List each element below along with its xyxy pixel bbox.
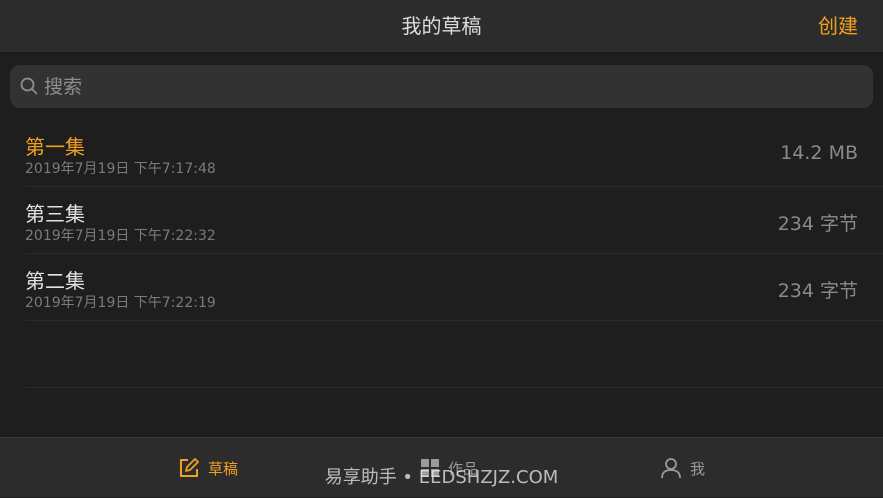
page-title: 我的草稿 (401, 14, 482, 38)
grid-icon (421, 459, 439, 477)
draft-date: 2019年7月19日 下午7:22:32 (25, 228, 216, 244)
draft-row-3[interactable]: 第二集 2019年7月19日 下午7:22:19 234 字节 (25, 254, 883, 321)
draft-size: 14.2 MB (780, 142, 858, 164)
tab-drafts[interactable]: 草稿 (178, 438, 238, 498)
draft-size: 234 字节 (777, 213, 858, 235)
tab-label: 草稿 (208, 459, 239, 478)
search-icon (20, 77, 38, 95)
draft-list: 第一集 2019年7月19日 下午7:17:48 14.2 MB 第三集 201… (0, 120, 883, 388)
tab-label: 我 (690, 459, 706, 478)
draft-date: 2019年7月19日 下午7:17:48 (25, 161, 216, 177)
draft-title: 第一集 (25, 135, 85, 159)
tab-label: 作品 (448, 459, 479, 478)
empty-row (25, 321, 883, 388)
draft-title: 第三集 (25, 202, 85, 226)
search-input[interactable] (44, 65, 859, 108)
draft-row-1[interactable]: 第一集 2019年7月19日 下午7:17:48 14.2 MB (25, 120, 883, 187)
draft-row-2[interactable]: 第三集 2019年7月19日 下午7:22:32 234 字节 (25, 187, 883, 254)
navigation-bar: 我的草稿 创建 (0, 0, 883, 53)
create-button[interactable]: 创建 (818, 0, 858, 53)
draft-size: 234 字节 (777, 280, 858, 302)
person-icon (661, 458, 681, 479)
draft-title: 第二集 (25, 269, 85, 293)
tab-me[interactable]: 我 (660, 438, 705, 498)
tab-works[interactable]: 作品 (420, 438, 478, 498)
edit-icon (180, 458, 199, 477)
search-bar[interactable] (10, 65, 873, 108)
tab-bar: 草稿 作品 我 (0, 437, 883, 497)
draft-date: 2019年7月19日 下午7:22:19 (25, 295, 216, 311)
